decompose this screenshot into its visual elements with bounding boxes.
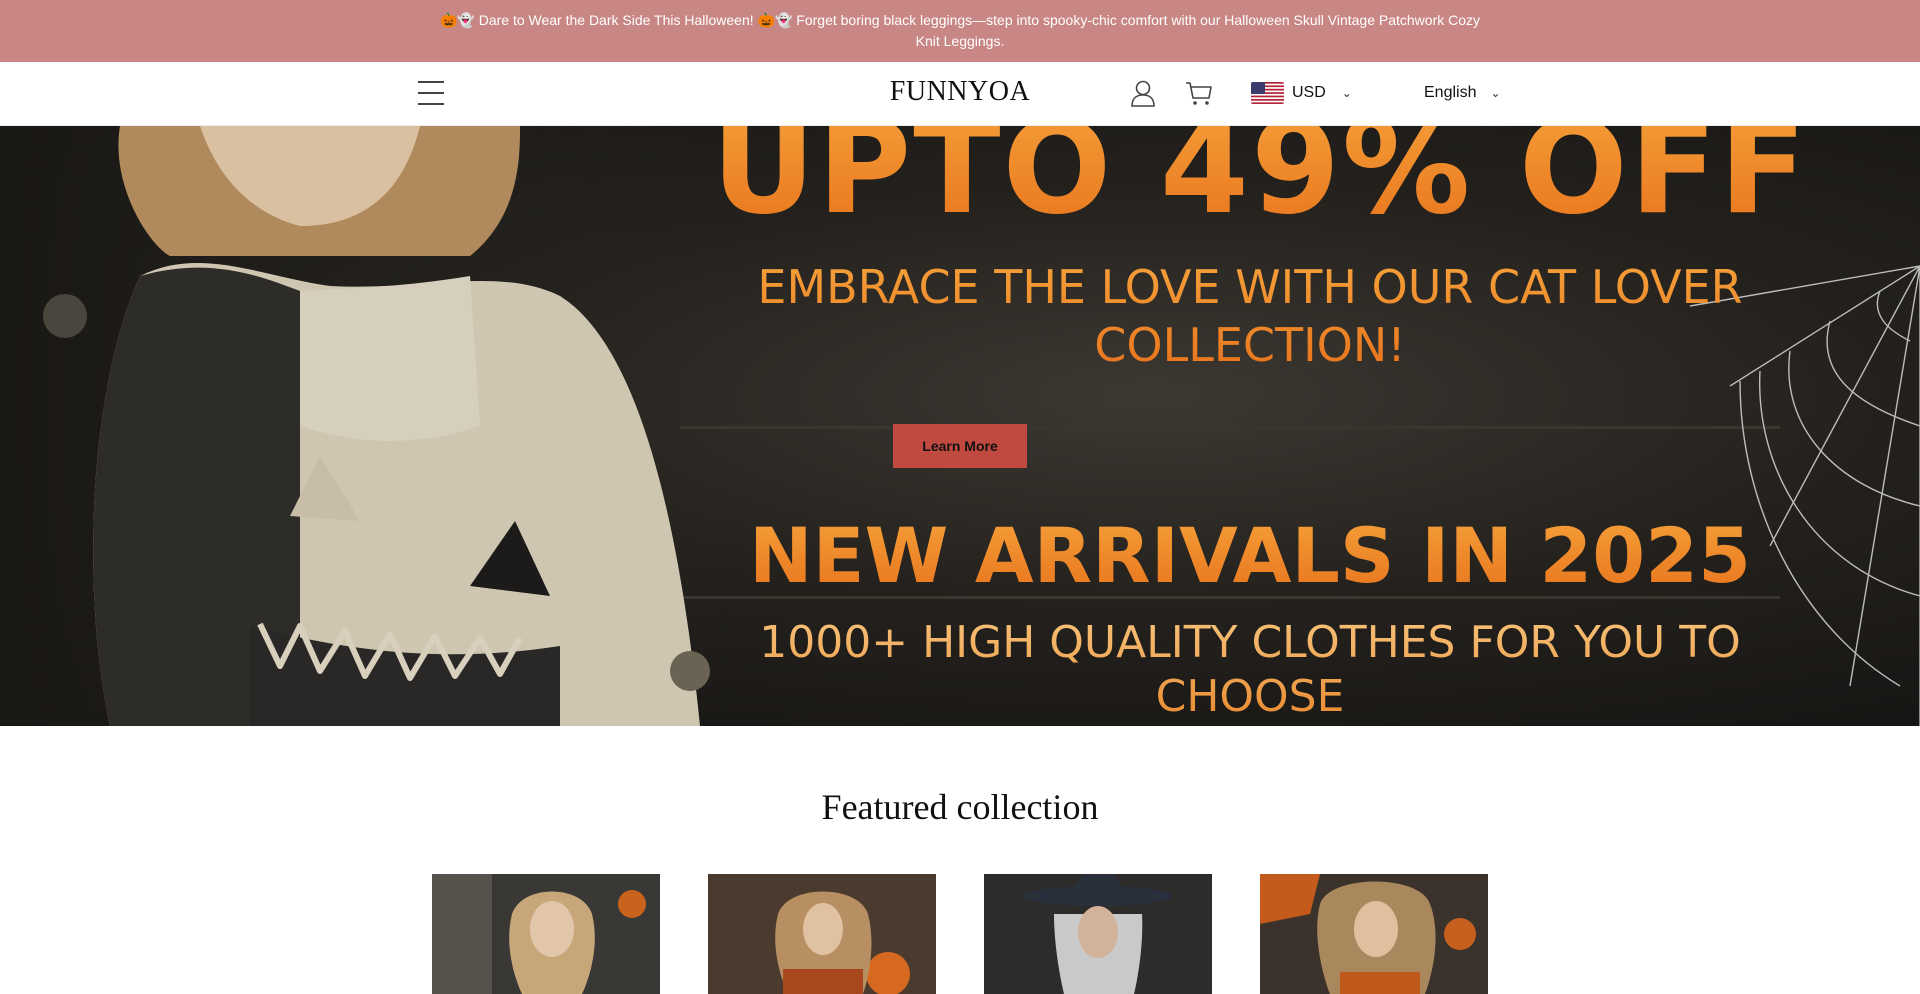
product-image	[984, 874, 1212, 994]
menu-icon[interactable]	[418, 81, 444, 105]
announcement-bar: 🎃👻 Dare to Wear the Dark Side This Hallo…	[0, 0, 1920, 62]
product-image	[432, 874, 660, 994]
product-card-2[interactable]	[708, 874, 936, 994]
us-flag-icon	[1251, 82, 1284, 104]
language-label: English	[1424, 84, 1477, 101]
hero-subline: EMBRACE THE LOVE WITH OUR CAT LOVER COLL…	[700, 258, 1800, 374]
announcement-text: 🎃👻 Dare to Wear the Dark Side This Hallo…	[439, 12, 1481, 49]
site-header: FUNNYOA USD ⌄ English ⌄	[0, 62, 1920, 126]
product-card-3[interactable]	[984, 874, 1212, 994]
chevron-down-icon: ⌄	[1341, 86, 1352, 100]
hero-banner[interactable]: UPTO 49% OFF EMBRACE THE LOVE WITH OUR C…	[0, 126, 1920, 726]
hero-choose-text: 1000+ HIGH QUALITY CLOTHES FOR YOU TO CH…	[700, 616, 1800, 724]
product-card-1[interactable]	[432, 874, 660, 994]
user-icon[interactable]	[1128, 78, 1158, 108]
hero-arrivals: NEW ARRIVALS IN 2025	[700, 511, 1800, 600]
site-logo[interactable]: FUNNYOA	[880, 76, 1040, 108]
learn-more-button[interactable]: Learn More	[893, 424, 1027, 468]
product-image	[1260, 874, 1488, 994]
hero-headline: UPTO 49% OFF	[700, 126, 1820, 243]
language-selector[interactable]: English ⌄	[1424, 80, 1501, 106]
product-image	[708, 874, 936, 994]
hero-model-image	[0, 126, 720, 726]
cart-icon[interactable]	[1184, 78, 1214, 108]
chevron-down-icon: ⌄	[1490, 86, 1501, 100]
featured-collection-title: Featured collection	[821, 787, 1099, 827]
currency-selector[interactable]: USD ⌄	[1251, 80, 1352, 106]
featured-collection-section: Featured collection	[0, 726, 1920, 994]
product-card-4[interactable]	[1260, 874, 1488, 994]
currency-label: USD	[1292, 84, 1326, 101]
